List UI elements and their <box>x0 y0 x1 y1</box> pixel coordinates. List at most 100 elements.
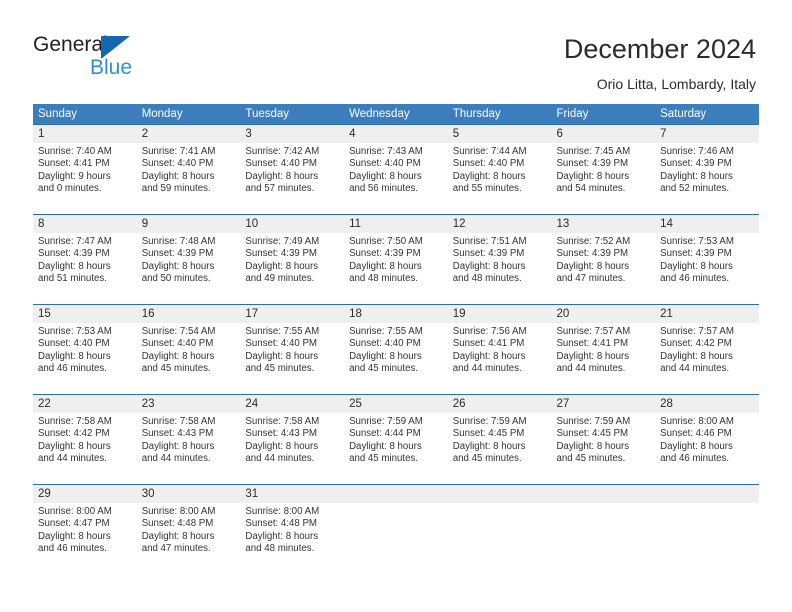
sunrise-text: Sunrise: 7:59 AM <box>452 416 527 427</box>
sunrise-text: Sunrise: 7:49 AM <box>245 236 320 247</box>
daylight-text-line1: Daylight: 8 hours <box>38 530 111 542</box>
day-cell[interactable]: Sunrise: 7:58 AM Sunset: 4:43 PM Dayligh… <box>137 413 241 484</box>
sunrise-text: Sunrise: 7:53 AM <box>660 236 734 247</box>
day-cell[interactable]: Sunrise: 7:50 AM Sunset: 4:39 PM Dayligh… <box>344 233 448 304</box>
day-cell[interactable]: Sunrise: 7:43 AM Sunset: 4:40 PM Dayligh… <box>344 143 448 214</box>
sunset-text: Sunset: 4:40 PM <box>245 158 317 170</box>
day-cell[interactable]: Sunrise: 7:55 AM Sunset: 4:40 PM Dayligh… <box>240 323 344 394</box>
day-cell[interactable]: Sunrise: 7:53 AM Sunset: 4:39 PM Dayligh… <box>655 233 759 304</box>
daylight-text-line1: Daylight: 8 hours <box>141 530 215 542</box>
day-number[interactable]: 8 <box>33 215 137 233</box>
day-number[interactable]: 24 <box>240 395 344 413</box>
day-number[interactable]: 9 <box>137 215 241 233</box>
day-number[interactable]: 17 <box>240 305 344 323</box>
sunset-text: Sunset: 4:45 PM <box>556 428 629 440</box>
day-cell[interactable]: Sunrise: 7:45 AM Sunset: 4:39 PM Dayligh… <box>551 143 655 214</box>
day-cell[interactable]: Sunrise: 7:58 AM Sunset: 4:42 PM Dayligh… <box>33 413 137 484</box>
day-number[interactable]: 28 <box>655 395 759 413</box>
page-title: December 2024 <box>563 34 756 64</box>
day-cell[interactable]: Sunrise: 7:59 AM Sunset: 4:44 PM Dayligh… <box>344 413 448 484</box>
day-number[interactable]: 16 <box>137 305 241 323</box>
daylight-text-line2: and 44 minutes. <box>141 453 211 465</box>
day-cell[interactable]: Sunrise: 7:40 AM Sunset: 4:41 PM Dayligh… <box>33 143 137 214</box>
day-cell[interactable]: Sunrise: 7:56 AM Sunset: 4:41 PM Dayligh… <box>448 323 552 394</box>
sunset-text: Sunset: 4:43 PM <box>245 428 317 440</box>
sunrise-text: Sunrise: 7:44 AM <box>452 146 527 157</box>
day-number[interactable]: 12 <box>448 215 552 233</box>
week-number-band: 15 16 17 18 19 20 21 <box>33 305 759 323</box>
daylight-text-line2: and 46 minutes. <box>38 363 107 375</box>
weekday-header-friday: Friday <box>556 108 589 120</box>
sunset-text: Sunset: 4:43 PM <box>141 428 214 440</box>
day-cell-empty <box>655 503 759 574</box>
calendar-page: General Blue December 2024 Orio Litta, L… <box>0 0 792 612</box>
weekday-header-saturday: Saturday <box>660 108 707 120</box>
day-cell[interactable]: Sunrise: 7:44 AM Sunset: 4:40 PM Dayligh… <box>448 143 552 214</box>
day-cell[interactable]: Sunrise: 7:47 AM Sunset: 4:39 PM Dayligh… <box>33 233 137 304</box>
day-number[interactable]: 30 <box>137 485 241 503</box>
day-number[interactable]: 15 <box>33 305 137 323</box>
day-number[interactable]: 19 <box>448 305 552 323</box>
day-number[interactable]: 14 <box>655 215 759 233</box>
day-number[interactable]: 5 <box>448 125 552 143</box>
day-cell[interactable]: Sunrise: 7:52 AM Sunset: 4:39 PM Dayligh… <box>551 233 655 304</box>
day-number[interactable]: 11 <box>344 215 448 233</box>
page-subtitle-location: Orio Litta, Lombardy, Italy <box>596 76 756 92</box>
sunset-text: Sunset: 4:39 PM <box>660 248 732 260</box>
day-number[interactable]: 21 <box>655 305 759 323</box>
day-number[interactable]: 3 <box>240 125 344 143</box>
day-number[interactable]: 10 <box>240 215 344 233</box>
daylight-text-line2: and 50 minutes. <box>141 273 211 285</box>
daylight-text-line1: Daylight: 8 hours <box>245 260 319 272</box>
sunrise-text: Sunrise: 7:57 AM <box>556 326 631 337</box>
day-cell[interactable]: Sunrise: 7:53 AM Sunset: 4:40 PM Dayligh… <box>33 323 137 394</box>
daylight-text-line2: and 45 minutes. <box>141 363 211 375</box>
day-number[interactable]: 1 <box>33 125 137 143</box>
day-cell[interactable]: Sunrise: 7:55 AM Sunset: 4:40 PM Dayligh… <box>344 323 448 394</box>
day-cell[interactable]: Sunrise: 7:49 AM Sunset: 4:39 PM Dayligh… <box>240 233 344 304</box>
day-cell[interactable]: Sunrise: 7:51 AM Sunset: 4:39 PM Dayligh… <box>448 233 552 304</box>
day-cell[interactable]: Sunrise: 8:00 AM Sunset: 4:47 PM Dayligh… <box>33 503 137 574</box>
general-blue-logo[interactable]: General Blue <box>33 33 233 85</box>
calendar-week-row: 29 30 31 Sunrise: 8:00 AM Sunset: 4:47 P… <box>33 484 759 574</box>
day-number[interactable]: 2 <box>137 125 241 143</box>
day-number-empty <box>448 485 552 503</box>
day-number[interactable]: 18 <box>344 305 448 323</box>
sunset-text: Sunset: 4:45 PM <box>452 428 525 440</box>
day-cell[interactable]: Sunrise: 7:54 AM Sunset: 4:40 PM Dayligh… <box>137 323 241 394</box>
day-cell[interactable]: Sunrise: 7:58 AM Sunset: 4:43 PM Dayligh… <box>240 413 344 484</box>
day-cell[interactable]: Sunrise: 7:46 AM Sunset: 4:39 PM Dayligh… <box>655 143 759 214</box>
daylight-text-line2: and 44 minutes. <box>38 453 107 465</box>
day-cell[interactable]: Sunrise: 7:48 AM Sunset: 4:39 PM Dayligh… <box>137 233 241 304</box>
sunrise-text: Sunrise: 8:00 AM <box>141 506 216 517</box>
day-cell[interactable]: Sunrise: 7:42 AM Sunset: 4:40 PM Dayligh… <box>240 143 344 214</box>
day-number[interactable]: 6 <box>551 125 655 143</box>
day-cell[interactable]: Sunrise: 7:59 AM Sunset: 4:45 PM Dayligh… <box>551 413 655 484</box>
day-number[interactable]: 13 <box>551 215 655 233</box>
week-number-band: 1 2 3 4 5 6 7 <box>33 125 759 143</box>
day-number[interactable]: 4 <box>344 125 448 143</box>
day-cell[interactable]: Sunrise: 7:59 AM Sunset: 4:45 PM Dayligh… <box>448 413 552 484</box>
weekday-header-thursday: Thursday <box>452 108 501 120</box>
day-number[interactable]: 29 <box>33 485 137 503</box>
week-detail-band: Sunrise: 7:53 AM Sunset: 4:40 PM Dayligh… <box>33 323 759 394</box>
daylight-text-line1: Daylight: 8 hours <box>660 260 733 272</box>
day-cell[interactable]: Sunrise: 7:57 AM Sunset: 4:41 PM Dayligh… <box>551 323 655 394</box>
day-number[interactable]: 23 <box>137 395 241 413</box>
day-number[interactable]: 7 <box>655 125 759 143</box>
sunset-text: Sunset: 4:40 PM <box>141 338 214 350</box>
day-cell[interactable]: Sunrise: 8:00 AM Sunset: 4:48 PM Dayligh… <box>137 503 241 574</box>
daylight-text-line1: Daylight: 8 hours <box>349 350 422 362</box>
day-cell[interactable]: Sunrise: 8:00 AM Sunset: 4:46 PM Dayligh… <box>655 413 759 484</box>
daylight-text-line1: Daylight: 8 hours <box>349 170 422 182</box>
day-number[interactable]: 31 <box>240 485 344 503</box>
day-cell[interactable]: Sunrise: 8:00 AM Sunset: 4:48 PM Dayligh… <box>240 503 344 574</box>
day-number[interactable]: 22 <box>33 395 137 413</box>
day-number[interactable]: 27 <box>551 395 655 413</box>
day-number[interactable]: 26 <box>448 395 552 413</box>
day-number[interactable]: 20 <box>551 305 655 323</box>
daylight-text-line1: Daylight: 8 hours <box>452 440 526 452</box>
day-cell[interactable]: Sunrise: 7:41 AM Sunset: 4:40 PM Dayligh… <box>137 143 241 214</box>
day-cell[interactable]: Sunrise: 7:57 AM Sunset: 4:42 PM Dayligh… <box>655 323 759 394</box>
day-number[interactable]: 25 <box>344 395 448 413</box>
